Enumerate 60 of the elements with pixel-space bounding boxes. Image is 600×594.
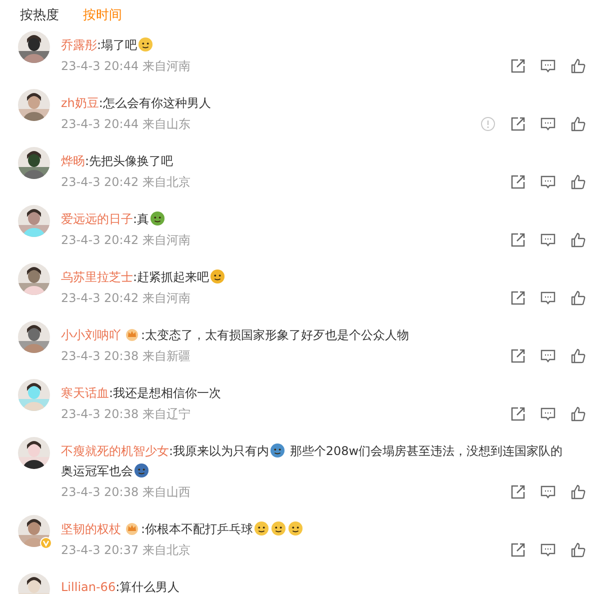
share-icon[interactable]	[510, 58, 526, 74]
comment-icon[interactable]	[540, 290, 556, 306]
user-name[interactable]: 小小刘呐吖	[61, 328, 121, 342]
like-icon[interactable]	[570, 484, 586, 500]
user-name[interactable]: 寒天话血	[61, 386, 109, 400]
user-name[interactable]: 烨旸	[61, 154, 85, 168]
share-icon[interactable]	[510, 542, 526, 558]
comment-icon[interactable]	[540, 174, 556, 190]
comment-time: 23-4-3 20:42 来自河南	[61, 232, 190, 248]
like-icon[interactable]	[570, 348, 586, 364]
comment-text: 奥运冠军也会	[61, 464, 133, 478]
comment-text: :怎么会有你这种男人	[98, 96, 211, 110]
comment-time: 23-4-3 20:38 来自新疆	[61, 348, 190, 364]
share-icon[interactable]	[510, 348, 526, 364]
comment-time: 23-4-3 20:37 来自北京	[61, 542, 190, 558]
comment-icon[interactable]	[540, 348, 556, 364]
comment-icon[interactable]	[540, 232, 556, 248]
comment-icon[interactable]	[540, 406, 556, 422]
comment-time: 23-4-3 20:44 来自河南	[61, 58, 190, 74]
like-icon[interactable]	[570, 116, 586, 132]
like-icon[interactable]	[570, 542, 586, 558]
comment-icon[interactable]	[540, 116, 556, 132]
user-name[interactable]: 乔露彤	[61, 38, 97, 52]
comment-text: :赶紧抓起来吧	[133, 270, 210, 284]
user-name[interactable]: zh奶豆	[61, 96, 99, 110]
share-icon[interactable]	[510, 406, 526, 422]
like-icon[interactable]	[570, 406, 586, 422]
comment-text: :先把头像换了吧	[85, 154, 174, 168]
user-name[interactable]: 不瘦就死的机智少女	[61, 444, 169, 458]
comment-time: 23-4-3 20:42 来自河南	[61, 290, 190, 306]
sort-tab[interactable]: 按时间	[83, 4, 122, 27]
share-icon[interactable]	[510, 484, 526, 500]
share-icon[interactable]	[510, 116, 526, 132]
comment-time: 23-4-3 20:38 来自辽宁	[61, 406, 190, 422]
share-icon[interactable]	[510, 290, 526, 306]
comment-icon[interactable]	[540, 58, 556, 74]
share-icon[interactable]	[510, 232, 526, 248]
comment-text: 那些个208w们会塌房甚至违法，没想到连国家队的	[288, 444, 563, 458]
sort-tab[interactable]: 按热度	[20, 4, 59, 27]
comment-time: 23-4-3 20:38 来自山西	[61, 484, 190, 500]
like-icon[interactable]	[570, 232, 586, 248]
like-icon[interactable]	[570, 58, 586, 74]
user-name[interactable]: 坚韧的权杖	[61, 522, 121, 536]
comment-text: :塌了吧	[97, 38, 138, 52]
like-icon[interactable]	[570, 174, 586, 190]
user-name[interactable]: 乌苏里拉芝士	[61, 270, 133, 284]
comment-text: :算什么男人	[116, 580, 180, 594]
comment-text: :我还是想相信你一次	[109, 386, 222, 400]
like-icon[interactable]	[570, 290, 586, 306]
comment-text: :你根本不配打乒乓球	[141, 522, 254, 536]
share-icon[interactable]	[510, 174, 526, 190]
user-name[interactable]: 爱远远的日子	[61, 212, 133, 226]
comment-icon[interactable]	[540, 542, 556, 558]
comment-text: :我原来以为只有内	[169, 444, 270, 458]
comment-time: 23-4-3 20:42 来自北京	[61, 174, 190, 190]
comment-icon[interactable]	[540, 484, 556, 500]
comment-time: 23-4-3 20:44 来自山东	[61, 116, 190, 132]
user-name[interactable]: Lillian-66	[61, 580, 116, 594]
comment-text: :太变态了，太有损国家形象了好歹也是个公众人物	[141, 328, 410, 342]
comment-text: :真	[133, 212, 150, 226]
